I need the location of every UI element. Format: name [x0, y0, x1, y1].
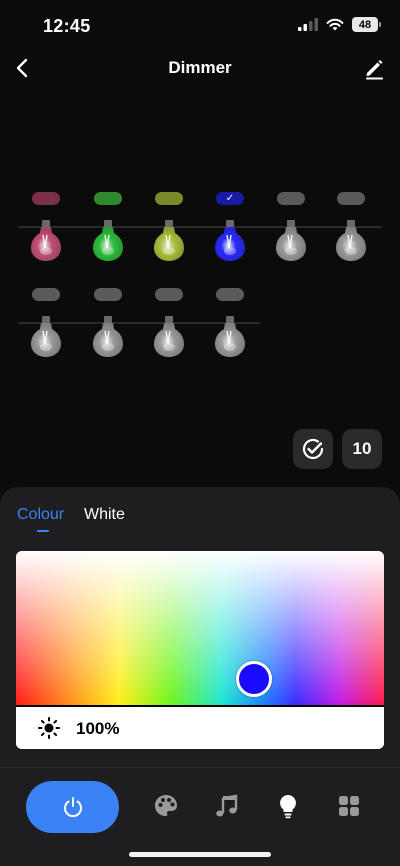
- check-circle-icon: [302, 438, 324, 460]
- bulb-select-tag[interactable]: [277, 192, 305, 205]
- home-indicator: [129, 852, 271, 857]
- page-title: Dimmer: [168, 58, 232, 77]
- color-picker-card: 100%: [16, 551, 384, 749]
- cellular-signal-icon: [298, 18, 318, 31]
- bulb-icon: [215, 316, 245, 357]
- bulb-r1-1[interactable]: [28, 192, 68, 272]
- battery-icon: 48: [352, 17, 381, 32]
- edit-pencil-icon[interactable]: [360, 54, 388, 82]
- strand-wire: [18, 226, 382, 228]
- bulb-icon: [154, 220, 184, 261]
- music-icon[interactable]: [214, 793, 240, 819]
- bulb-select-tag[interactable]: [94, 192, 122, 205]
- bulb-r2-4[interactable]: [212, 288, 252, 368]
- color-picker-handle[interactable]: [236, 661, 272, 697]
- wifi-icon: [326, 18, 344, 31]
- bulb-select-tag[interactable]: [32, 192, 60, 205]
- bulb-strand-row-2: [0, 288, 400, 368]
- bulb-select-tag[interactable]: ✓: [216, 192, 244, 205]
- bulb-icon: [31, 220, 61, 261]
- palette-icon[interactable]: [153, 793, 179, 819]
- bulb-strand-row-1: ✓: [0, 192, 400, 272]
- nav-bar: Dimmer: [0, 48, 400, 88]
- power-button[interactable]: [26, 781, 119, 833]
- bulb-r2-2[interactable]: [90, 288, 130, 368]
- bulb-r1-6[interactable]: [333, 192, 373, 272]
- active-tab-indicator: [37, 530, 49, 532]
- bulb-r1-5[interactable]: [273, 192, 313, 272]
- power-icon: [63, 797, 82, 818]
- bulb-icon: [93, 316, 123, 357]
- bulb-icon: [31, 316, 61, 357]
- brightness-slider[interactable]: 100%: [16, 705, 384, 749]
- status-icons: 48: [298, 17, 381, 32]
- tab-white[interactable]: White: [84, 506, 125, 524]
- brightness-sun-icon: [38, 717, 60, 739]
- bulb-count-button[interactable]: 10: [342, 429, 382, 469]
- bulb-r1-4[interactable]: ✓: [212, 192, 252, 272]
- bulb-r1-3[interactable]: [151, 192, 191, 272]
- bulb-icon[interactable]: [275, 793, 301, 819]
- bulb-r2-3[interactable]: [151, 288, 191, 368]
- status-time: 12:45: [43, 16, 91, 36]
- color-spectrum[interactable]: [16, 551, 384, 705]
- bulb-select-tag[interactable]: [155, 192, 183, 205]
- bulb-icon: [276, 220, 306, 261]
- select-all-button[interactable]: [293, 429, 333, 469]
- bulb-r2-1[interactable]: [28, 288, 68, 368]
- bulb-select-tag[interactable]: [94, 288, 122, 301]
- bulb-select-tag[interactable]: [32, 288, 60, 301]
- tab-colour[interactable]: Colour: [17, 506, 64, 524]
- status-bar: 12:45 48: [0, 0, 400, 50]
- bulb-r1-2[interactable]: [90, 192, 130, 272]
- brightness-value: 100%: [76, 719, 120, 738]
- bulb-icon: [215, 220, 245, 261]
- bulb-select-tag[interactable]: [337, 192, 365, 205]
- bulb-select-tag[interactable]: [155, 288, 183, 301]
- scenes-grid-icon[interactable]: [336, 793, 362, 819]
- bulb-icon: [336, 220, 366, 261]
- bulb-icon: [93, 220, 123, 261]
- bulb-select-tag[interactable]: [216, 288, 244, 301]
- bulb-icon: [154, 316, 184, 357]
- toolbar-divider: [0, 767, 400, 768]
